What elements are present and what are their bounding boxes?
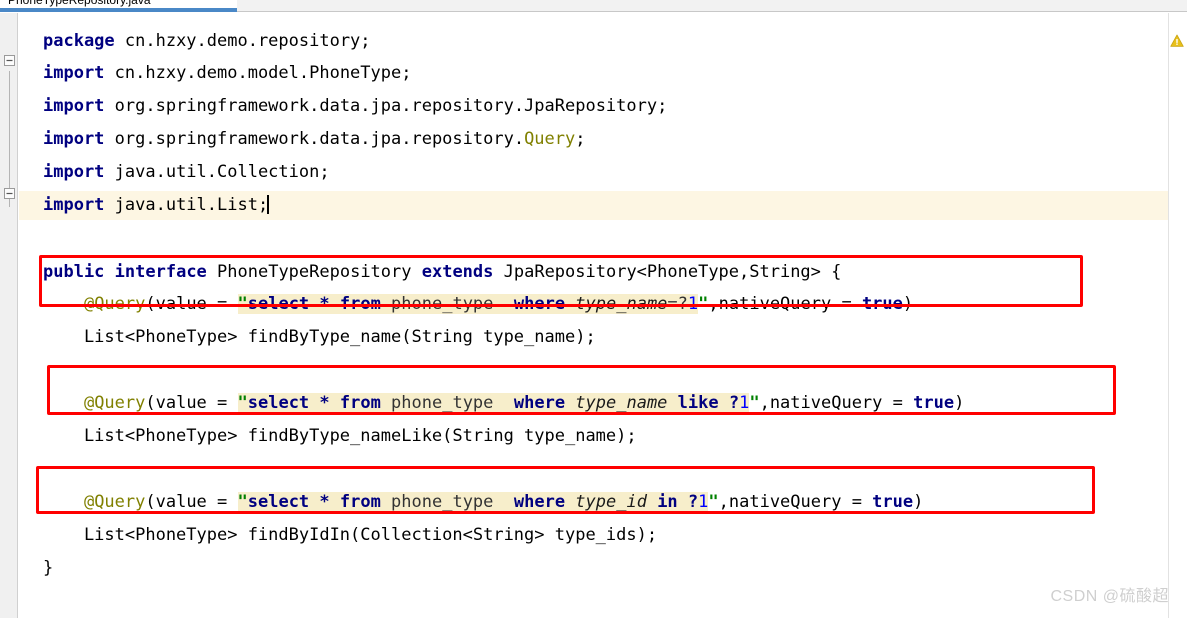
boolean-true: true [861, 294, 903, 314]
nativequery-attribute: ,nativeQuery = [708, 294, 862, 314]
editor-tab-strip: PhoneTypeRepository.java [0, 0, 1187, 12]
keyword-import: import [43, 129, 105, 149]
keyword-package: package [43, 31, 115, 51]
boolean-true: true [872, 492, 914, 512]
semicolon: ; [575, 129, 586, 149]
code-line-import-list: import java.util.List; [19, 191, 1187, 220]
sql-column-name: type_id [565, 492, 658, 512]
sql-where-keyword: where [513, 294, 566, 314]
annotation-query: @Query [83, 294, 146, 314]
sql-select-clause: select * from [247, 294, 381, 314]
fold-end-icon[interactable] [4, 188, 15, 199]
string-close-quote: " [698, 294, 709, 314]
code-text-area[interactable]: package cn.hzxy.demo.repository; import … [19, 13, 1187, 618]
code-line-import-query: import org.springframework.data.jpa.repo… [43, 125, 586, 154]
sql-select-clause: select * from [247, 492, 381, 512]
package-name: cn.hzxy.demo.repository; [114, 31, 371, 51]
warning-triangle-icon[interactable] [1170, 33, 1184, 47]
tab-phonetyperepository[interactable]: PhoneTypeRepository.java [0, 0, 237, 12]
fold-region-line [9, 71, 10, 207]
sql-param-index: 1 [739, 393, 750, 413]
code-line-import-jparepository: import org.springframework.data.jpa.repo… [43, 92, 667, 121]
code-editor-window: PhoneTypeRepository.java package cn.hzxy… [0, 0, 1187, 618]
interface-name: PhoneTypeRepository [206, 262, 422, 282]
sql-table-name: phone_type [380, 294, 514, 314]
editor-left-gutter[interactable] [0, 13, 18, 618]
import-path: org.springframework.data.jpa.repository. [104, 129, 525, 149]
annotation-query: @Query [83, 393, 146, 413]
code-line-method-findbyidin: List<PhoneType> findByIdIn(Collection<St… [43, 525, 658, 545]
code-line-query-annotation-1: @Query(value = "select * from phone_type… [83, 294, 914, 314]
sql-where-keyword: where [513, 492, 566, 512]
code-line-query-annotation-2: @Query(value = "select * from phone_type… [83, 393, 965, 413]
code-line-query-annotation-3: @Query(value = "select * from phone_type… [83, 492, 924, 512]
import-path: java.util.List; [104, 195, 269, 215]
import-path: java.util.Collection; [104, 162, 330, 182]
sql-select-clause: select * from [247, 393, 381, 413]
sql-column-name: type_name [565, 393, 678, 413]
code-line-method-findbytypenamelike: List<PhoneType> findByType_nameLike(Stri… [43, 426, 637, 446]
sql-param-index: 1 [687, 294, 699, 314]
sql-like-operator: like ? [677, 393, 740, 413]
supertype: JpaRepository<PhoneType,String> { [493, 262, 842, 282]
import-path: cn.hzxy.demo.model.PhoneType; [104, 63, 412, 83]
keyword-interface: interface [114, 262, 207, 282]
sql-column-name: type_name [565, 294, 668, 314]
keyword-import: import [43, 195, 105, 215]
code-line-package: package cn.hzxy.demo.repository; [43, 27, 371, 56]
import-query-type: Query [524, 129, 576, 149]
string-open-quote: " [237, 294, 248, 314]
fold-collapse-icon[interactable] [4, 55, 15, 66]
sql-param-index: 1 [698, 492, 709, 512]
tab-active-underline [0, 8, 237, 12]
sql-table-name: phone_type [380, 492, 514, 512]
nativequery-attribute: ,nativeQuery = [759, 393, 914, 413]
keyword-import: import [43, 63, 105, 83]
string-open-quote: " [237, 492, 248, 512]
sql-where-keyword: where [513, 393, 566, 413]
tab-label: PhoneTypeRepository.java [8, 0, 151, 7]
sql-operator: =? [667, 294, 688, 314]
sql-table-name: phone_type [380, 393, 514, 413]
code-line-closing-brace: } [43, 558, 54, 578]
code-line-import-collection: import java.util.Collection; [43, 158, 330, 187]
boolean-true: true [913, 393, 955, 413]
annotation-query: @Query [83, 492, 146, 512]
csdn-watermark: CSDN @硫酸超 [1050, 588, 1169, 605]
sql-in-operator: in ? [657, 492, 699, 512]
code-line-method-findbytypename: List<PhoneType> findByType_name(String t… [43, 327, 596, 347]
inspection-gutter[interactable] [1168, 13, 1187, 618]
keyword-public: public [43, 262, 105, 282]
code-line-interface-declaration: public interface PhoneTypeRepository ext… [43, 258, 841, 287]
string-close-quote: " [708, 492, 719, 512]
nativequery-attribute: ,nativeQuery = [718, 492, 873, 512]
string-close-quote: " [749, 393, 760, 413]
keyword-extends: extends [421, 262, 494, 282]
keyword-import: import [43, 96, 105, 116]
string-open-quote: " [237, 393, 248, 413]
import-path: org.springframework.data.jpa.repository.… [104, 96, 668, 116]
text-caret [267, 195, 270, 214]
keyword-import: import [43, 162, 105, 182]
code-line-import-phonetype: import cn.hzxy.demo.model.PhoneType; [43, 59, 411, 88]
